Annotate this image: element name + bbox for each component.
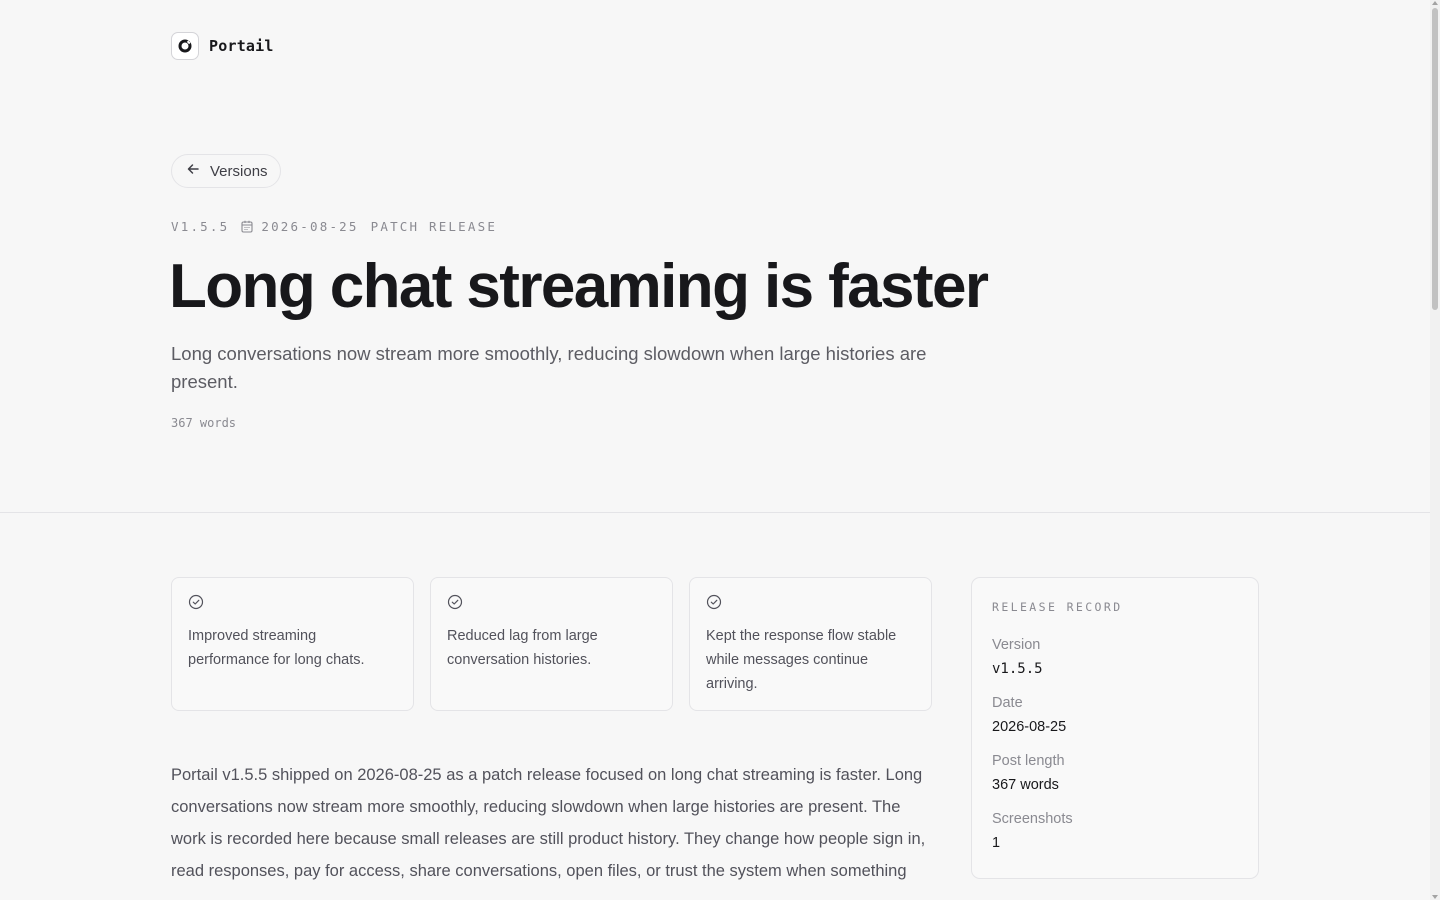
post-meta: V1.5.5 2026-08-25 PATCH RELEASE	[171, 219, 497, 234]
release-kind: PATCH RELEASE	[370, 219, 498, 234]
record-row-version: Version v1.5.5	[992, 635, 1238, 679]
record-label: Post length	[992, 753, 1065, 769]
release-record-heading: RELEASE RECORD	[992, 600, 1123, 614]
record-value: v1.5.5	[992, 661, 1043, 677]
record-value: 1	[992, 835, 1001, 851]
page-title: Long chat streaming is faster	[169, 252, 989, 321]
back-to-versions-button[interactable]: Versions	[171, 154, 281, 188]
highlight-card: Improved streaming performance for long …	[171, 577, 414, 711]
highlight-card: Kept the response flow stable while mess…	[689, 577, 932, 711]
record-row-date: Date 2026-08-25	[992, 693, 1238, 737]
brand[interactable]: Portail	[171, 32, 274, 60]
highlight-text: Improved streaming performance for long …	[188, 628, 365, 668]
brand-name: Portail	[209, 37, 274, 55]
check-circle-icon	[188, 594, 204, 610]
scroll-down-arrow-icon[interactable]	[1432, 895, 1438, 899]
page-subtitle: Long conversations now stream more smoot…	[171, 343, 927, 392]
record-row-screenshots: Screenshots 1	[992, 809, 1238, 853]
back-button-label: Versions	[210, 162, 268, 180]
record-value: 367 words	[992, 777, 1059, 793]
portail-logo-icon	[171, 32, 199, 60]
record-value: 2026-08-25	[992, 719, 1067, 735]
page-scrollbar[interactable]	[1430, 0, 1440, 900]
word-count: 367 words	[171, 416, 237, 430]
highlight-card: Reduced lag from large conversation hist…	[430, 577, 673, 711]
arrow-left-icon	[186, 162, 200, 181]
calendar-icon	[241, 220, 253, 233]
release-record-panel: RELEASE RECORD Version v1.5.5 Date 2026-…	[971, 577, 1259, 879]
version-tag: V1.5.5	[171, 219, 230, 234]
check-circle-icon	[447, 594, 463, 610]
record-row-post-length: Post length 367 words	[992, 751, 1238, 795]
scroll-up-arrow-icon[interactable]	[1432, 1, 1438, 5]
check-circle-icon	[706, 594, 722, 610]
scrollbar-thumb[interactable]	[1432, 8, 1438, 310]
section-divider	[0, 512, 1430, 513]
record-label: Screenshots	[992, 811, 1073, 827]
release-date: 2026-08-25	[261, 219, 359, 234]
record-label: Date	[992, 695, 1023, 711]
highlight-cards: Improved streaming performance for long …	[171, 577, 932, 711]
post-body-paragraph: Portail v1.5.5 shipped on 2026-08-25 as …	[171, 766, 926, 880]
page: Portail Versions V1.5.5 2026-08-25 PATCH…	[0, 0, 1430, 900]
highlight-text: Reduced lag from large conversation hist…	[447, 628, 598, 668]
record-label: Version	[992, 637, 1041, 653]
highlight-text: Kept the response flow stable while mess…	[706, 628, 897, 692]
